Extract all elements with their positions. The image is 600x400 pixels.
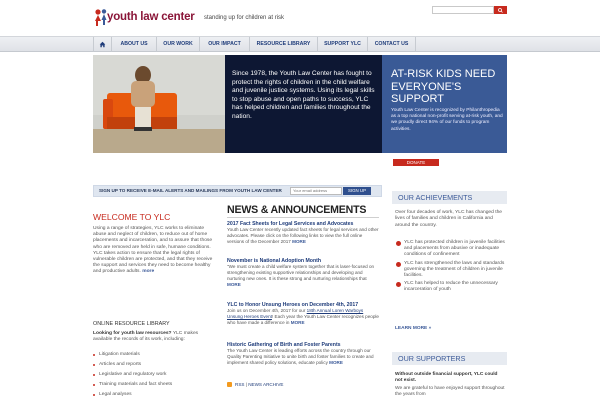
list-item: YLC has strengthened the laws and standa…: [395, 261, 505, 280]
news-item-text: Join us on December 4th, 2017 for our: [227, 308, 307, 314]
list-item: YLC has protected children in juvenile f…: [395, 240, 505, 259]
list-item-label: Litigation materials: [99, 352, 140, 357]
news-footer: RSS | NEWS ARCHIVE: [227, 382, 283, 387]
search-icon: [498, 7, 503, 13]
resource-library-title: ONLINE RESOURCE LIBRARY: [93, 321, 170, 327]
hero-photo: [93, 55, 225, 153]
supporters-lead: Without outside financial support, YLC c…: [395, 372, 498, 383]
news-more-link[interactable]: MORE: [291, 320, 305, 325]
news-item: 2017 Fact Sheets for Legal Services and …: [227, 221, 379, 245]
support-panel-text: Youth Law Center is recognized by Philan…: [391, 108, 503, 132]
hero-text: Since 1978, the Youth Law Center has fou…: [232, 70, 375, 120]
supporters-heading: OUR SUPPORTERS: [392, 352, 507, 365]
bullet-icon: [396, 261, 401, 267]
list-item[interactable]: Litigation materials: [93, 352, 218, 358]
nav-our-work[interactable]: OUR WORK: [157, 37, 200, 52]
news-more-link[interactable]: MORE: [227, 282, 241, 287]
list-item[interactable]: Articles and reports: [93, 362, 218, 368]
news-item-text: "We must create a child welfare system t…: [227, 264, 375, 281]
list-item: YLC has helped to reduce the unnecessary…: [395, 281, 505, 293]
news-more-link[interactable]: MORE: [329, 360, 343, 365]
nav-about-us[interactable]: ABOUT US: [112, 37, 157, 52]
welcome-more-link[interactable]: more: [142, 269, 154, 274]
news-item: November is National Adoption Month "We …: [227, 258, 379, 288]
news-title: NEWS & ANNOUNCEMENTS: [227, 204, 367, 216]
child-on-couch-illustration: [93, 55, 225, 153]
supporters-text: We are grateful to have enjoyed support …: [395, 386, 505, 397]
resource-library-intro: Looking for youth law resources? YLC mak…: [93, 331, 218, 343]
resource-library-lead: Looking for youth law resources?: [93, 331, 172, 336]
learn-more-link[interactable]: LEARN MORE »: [395, 326, 431, 331]
list-item[interactable]: Legislative and regulatory work: [93, 372, 218, 378]
list-item-label: Articles and reports: [99, 362, 142, 367]
nav-our-impact[interactable]: OUR IMPACT: [200, 37, 250, 52]
bullet-icon: [93, 374, 96, 377]
nav-home[interactable]: [93, 37, 112, 52]
nav-resource-library[interactable]: RESOURCE LIBRARY: [250, 37, 318, 52]
search-button[interactable]: [494, 6, 507, 14]
nav-support-ylc[interactable]: SUPPORT YLC: [318, 37, 368, 52]
news-more-link[interactable]: MORE: [292, 239, 306, 244]
welcome-body: Using a range of strategies, YLC works t…: [93, 226, 213, 275]
tagline: standing up for children at risk: [204, 15, 285, 21]
bullet-icon: [396, 241, 401, 246]
signup-button[interactable]: SIGN UP: [343, 187, 371, 195]
home-icon: [99, 41, 106, 48]
list-item[interactable]: Training materials and fact sheets: [93, 382, 218, 388]
news-item-body: The Youth Law Center is leading efforts …: [227, 348, 379, 365]
achievements-list: YLC has protected children in juvenile f…: [395, 240, 505, 296]
welcome-title: WELCOME TO YLC: [93, 212, 171, 222]
list-item-label: Legal analyses: [99, 392, 132, 397]
nav-contact-us[interactable]: CONTACT US: [368, 37, 416, 52]
news-item-body: "We must create a child welfare system t…: [227, 264, 379, 287]
bullet-icon: [93, 364, 96, 367]
resource-list: Litigation materials Articles and report…: [93, 352, 218, 400]
list-item-label: YLC has protected children in juvenile f…: [404, 240, 505, 258]
rss-icon[interactable]: [227, 382, 232, 387]
bullet-icon: [93, 354, 96, 357]
news-item: YLC to Honor Unsung Heroes on December 4…: [227, 302, 379, 326]
list-item-label: Legislative and regulatory work: [99, 372, 167, 377]
divider: [227, 217, 379, 218]
bullet-icon: [93, 384, 96, 387]
achievements-heading: OUR ACHIEVEMENTS: [392, 191, 507, 204]
donate-button[interactable]: DONATE: [393, 159, 439, 166]
rss-link[interactable]: RSS: [235, 382, 244, 387]
news-item-text: The Youth Law Center is leading efforts …: [227, 348, 374, 365]
list-item-label: Training materials and fact sheets: [99, 382, 173, 387]
welcome-text: Using a range of strategies, YLC works t…: [93, 226, 218, 276]
signup-label: SIGN UP TO RECEIVE E-MAIL ALERTS AND MAI…: [99, 188, 282, 193]
achievements-intro: Over four decades of work, YLC has chang…: [395, 210, 503, 228]
logo-text[interactable]: youth law center: [107, 11, 195, 23]
list-item-label: YLC has helped to reduce the unnecessary…: [404, 281, 498, 293]
search-input[interactable]: [432, 6, 494, 14]
main-nav: ABOUT US OUR WORK OUR IMPACT RESOURCE LI…: [0, 36, 600, 52]
site-header: [0, 0, 600, 36]
news-archive-link[interactable]: NEWS ARCHIVE: [248, 382, 283, 387]
news-item-body: Youth Law Center recently updated fact s…: [227, 227, 379, 244]
list-item-label: YLC has strengthened the laws and standa…: [404, 260, 505, 279]
support-panel-title: AT-RISK KIDS NEED EVERYONE'S SUPPORT: [391, 68, 496, 106]
list-item[interactable]: Legal analyses: [93, 392, 218, 398]
email-field[interactable]: Your email address: [290, 187, 342, 195]
news-item: Historic Gathering of Birth and Foster P…: [227, 342, 379, 366]
bullet-icon: [93, 394, 96, 397]
bullet-icon: [396, 282, 401, 288]
news-item-body: Join us on December 4th, 2017 for our 18…: [227, 308, 379, 325]
